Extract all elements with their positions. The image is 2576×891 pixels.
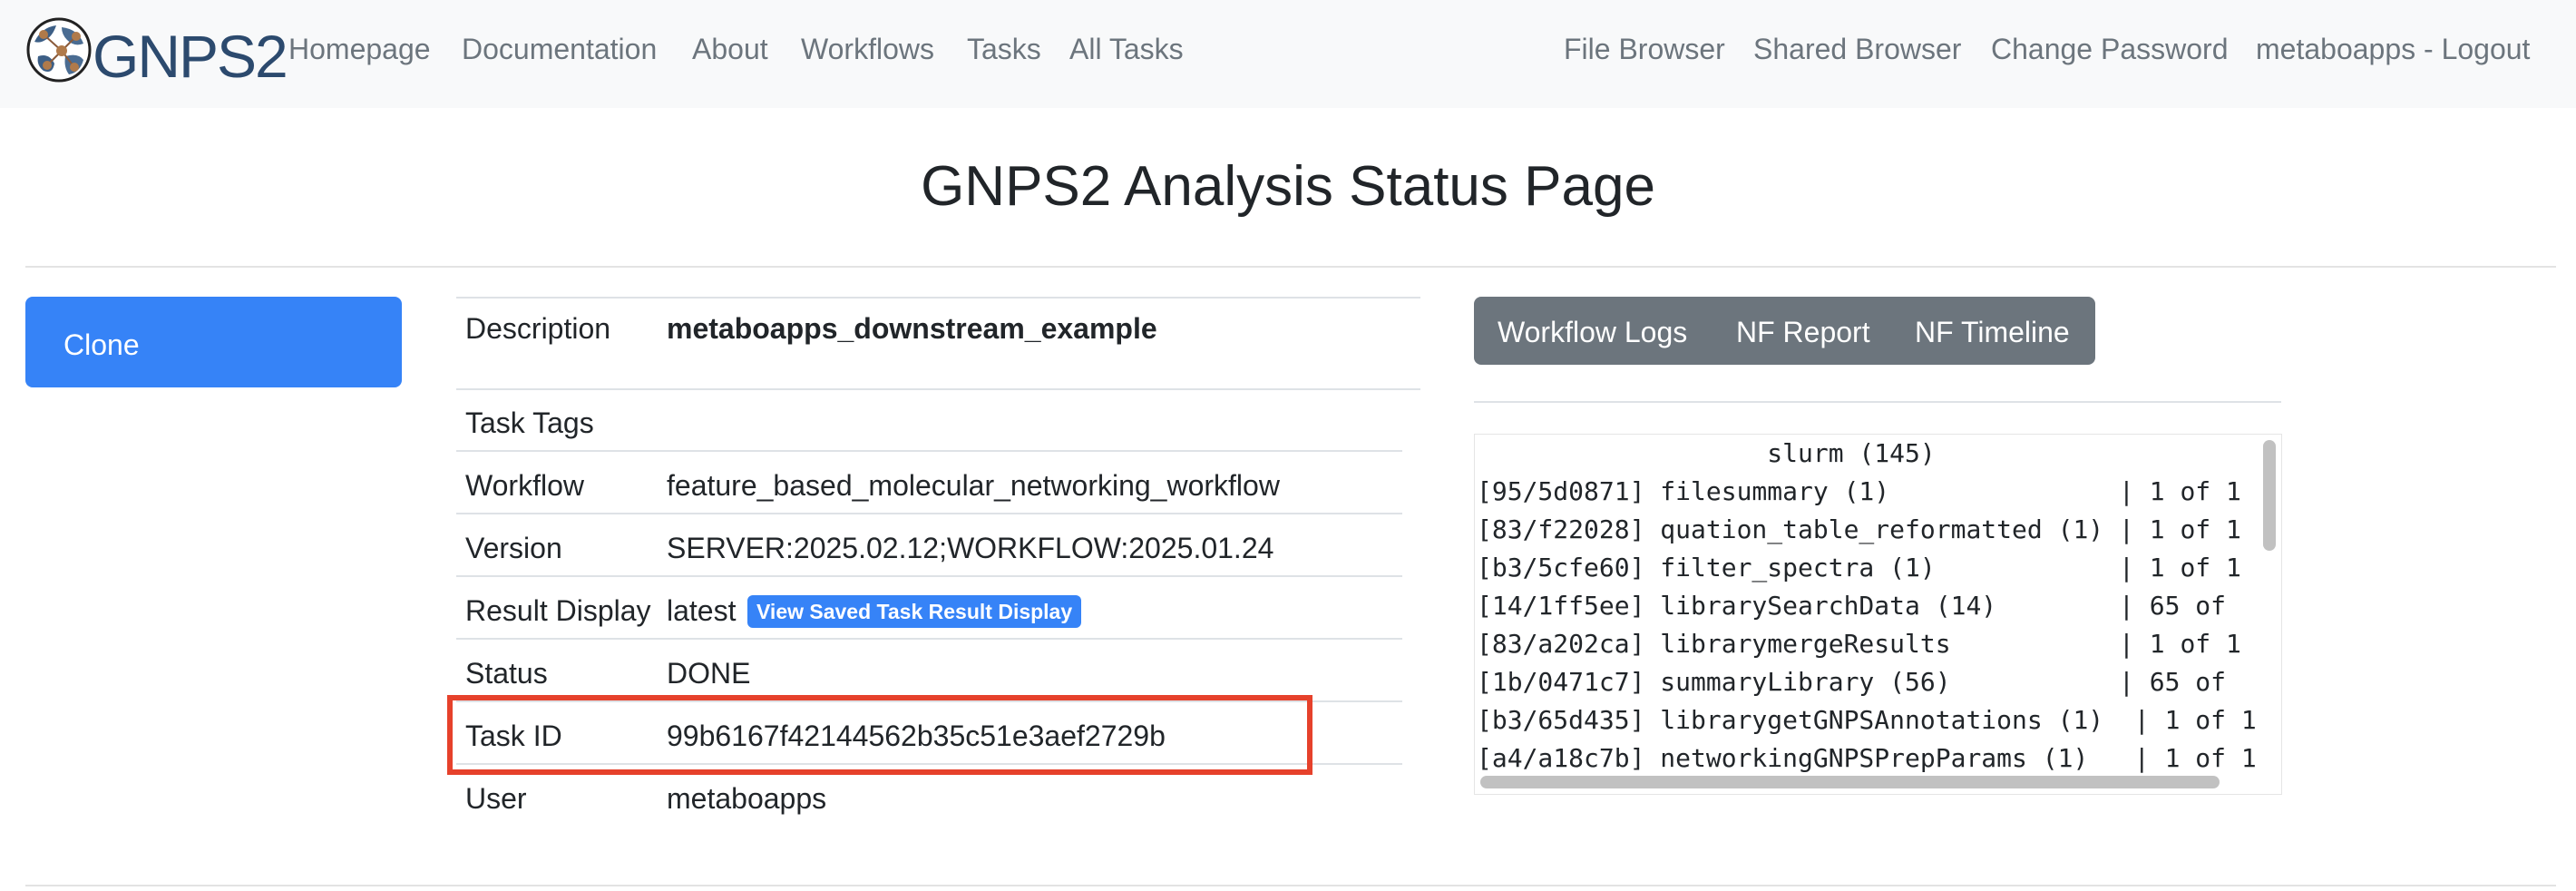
log-line: [b3/65d435] librarygetGNPSAnnotations (1…	[1477, 705, 2257, 735]
navbar: GNPS2 Homepage Documentation About Workf…	[0, 0, 2576, 108]
description-label: Description	[465, 312, 611, 345]
status-value: DONE	[667, 657, 751, 690]
clone-button[interactable]: Clone	[25, 297, 402, 387]
table-row-divider	[456, 575, 1402, 577]
task-id-highlight	[447, 695, 1312, 775]
nf-timeline-button[interactable]: NF Timeline	[1915, 297, 2070, 365]
nav-logout[interactable]: metaboapps - Logout	[2256, 33, 2530, 66]
table-row-divider	[456, 388, 1420, 390]
divider-top	[25, 266, 2556, 268]
nav-all-tasks[interactable]: All Tasks	[1069, 33, 1184, 66]
user-value: metaboapps	[667, 782, 827, 815]
workflow-logs-button[interactable]: Workflow Logs	[1498, 297, 1687, 365]
log-line: [b3/5cfe60] filter_spectra (1) | 1 of 1	[1477, 553, 2241, 583]
gnps2-logo[interactable]: GNPS2	[25, 16, 288, 90]
globe-network-icon	[26, 17, 92, 83]
log-line: [14/1ff5ee] librarySearchData (14) | 65 …	[1477, 591, 2227, 621]
table-row-divider	[456, 513, 1402, 514]
log-line: slurm (145)	[1477, 438, 1936, 468]
log-content: slurm (145) [95/5d0871] filesummary (1) …	[1477, 435, 2257, 778]
nav-homepage[interactable]: Homepage	[288, 33, 431, 66]
page-title: GNPS2 Analysis Status Page	[921, 155, 1655, 218]
log-line: [a4/a18c7b] networkingGNPSPrepParams (1)…	[1477, 743, 2257, 773]
nav-documentation[interactable]: Documentation	[462, 33, 657, 66]
user-label: User	[465, 782, 527, 815]
divider-bottom	[25, 885, 2556, 886]
status-label: Status	[465, 657, 548, 690]
nf-report-button[interactable]: NF Report	[1736, 297, 1870, 365]
logo-text: GNPS2	[93, 23, 288, 90]
version-label: Version	[465, 532, 562, 564]
nav-workflows[interactable]: Workflows	[801, 33, 934, 66]
nav-file-browser[interactable]: File Browser	[1564, 33, 1725, 66]
description-value: metaboapps_downstream_example	[667, 312, 1157, 345]
log-divider	[1474, 401, 2281, 403]
nav-tasks[interactable]: Tasks	[967, 33, 1041, 66]
log-line: [1b/0471c7] summaryLibrary (56) | 65 of	[1477, 667, 2227, 697]
log-line: [95/5d0871] filesummary (1) | 1 of 1	[1477, 476, 2241, 506]
log-line: [83/f22028] quation_table_reformatted (1…	[1477, 514, 2241, 544]
task-tags-label: Task Tags	[465, 406, 594, 439]
log-button-group: Workflow Logs NF Report NF Timeline	[1474, 297, 2095, 365]
version-value: SERVER:2025.02.12;WORKFLOW:2025.01.24	[667, 532, 1274, 564]
workflow-log-panel[interactable]: slurm (145) [95/5d0871] filesummary (1) …	[1474, 434, 2282, 795]
nav-change-password[interactable]: Change Password	[1991, 33, 2228, 66]
view-saved-result-display-button[interactable]: View Saved Task Result Display	[747, 595, 1082, 628]
result-display-label: Result Display	[465, 594, 651, 627]
nav-about[interactable]: About	[692, 33, 768, 66]
vertical-scrollbar[interactable]	[2263, 440, 2276, 551]
workflow-label: Workflow	[465, 469, 584, 502]
table-row-divider	[456, 297, 1420, 299]
log-line: [83/a202ca] librarymergeResults | 1 of 1	[1477, 629, 2241, 659]
table-row-divider	[456, 450, 1402, 452]
table-row-divider	[456, 638, 1402, 640]
workflow-value: feature_based_molecular_networking_workf…	[667, 469, 1280, 502]
horizontal-scrollbar[interactable]	[1480, 776, 2220, 788]
nav-shared-browser[interactable]: Shared Browser	[1753, 33, 1961, 66]
result-display-value: latest	[667, 594, 737, 627]
